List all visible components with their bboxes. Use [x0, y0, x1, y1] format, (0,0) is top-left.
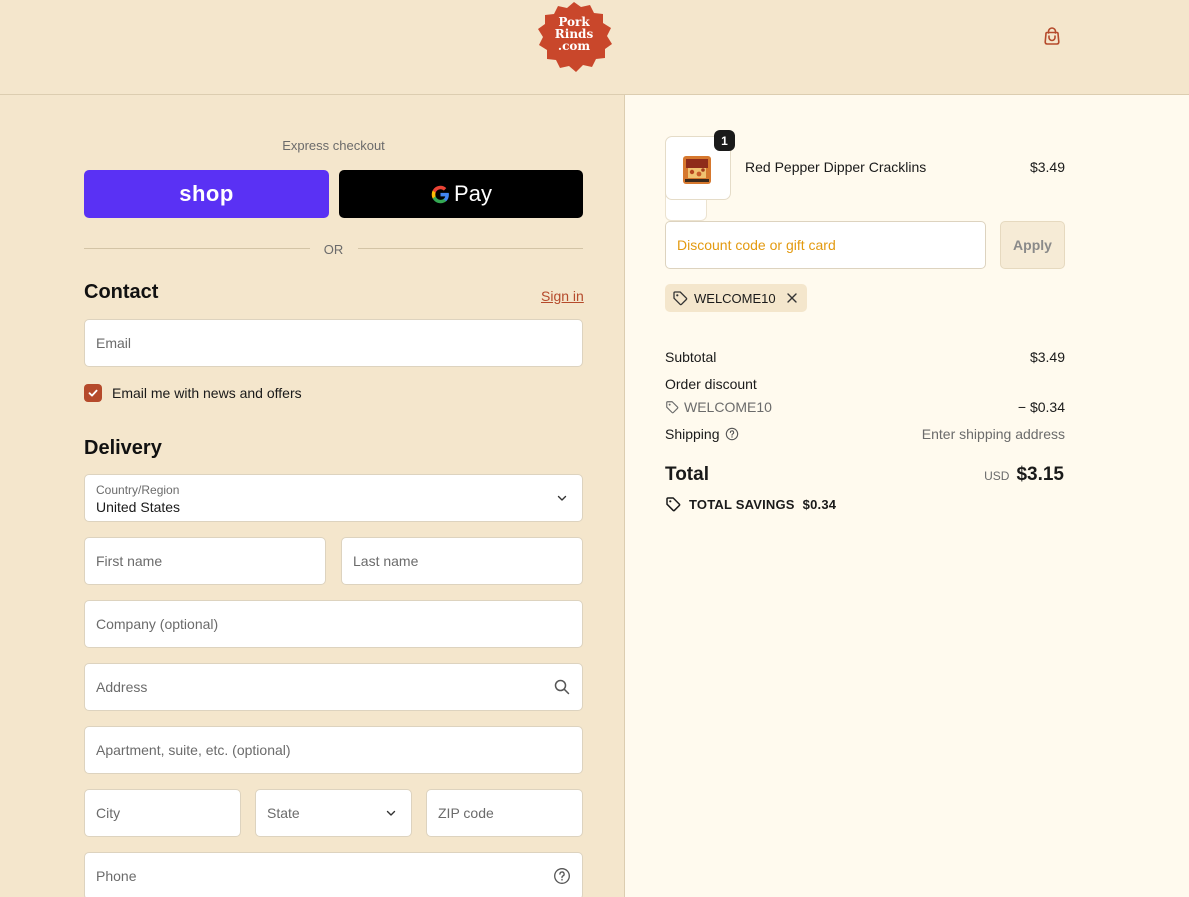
city-placeholder: City: [96, 805, 121, 821]
shipping-row: Shipping Enter shipping address: [665, 426, 1065, 442]
close-icon[interactable]: [785, 291, 799, 305]
discount-code-text: WELCOME10: [684, 399, 772, 415]
email-field[interactable]: Email: [84, 319, 583, 367]
help-circle-icon[interactable]: [553, 867, 571, 885]
order-discount-row: Order discount: [665, 376, 1065, 392]
apartment-field[interactable]: Apartment, suite, etc. (optional): [84, 726, 583, 774]
applied-discount-chip: WELCOME10: [665, 284, 807, 312]
state-select[interactable]: State: [255, 789, 412, 837]
product-price: $3.49: [1029, 159, 1065, 175]
or-text: OR: [323, 242, 344, 257]
checkout-form: Express checkout shop Pay OR Contact Sig…: [0, 95, 624, 897]
apartment-placeholder: Apartment, suite, etc. (optional): [96, 742, 291, 758]
chevron-down-icon: [557, 495, 567, 501]
header: Pork Rinds .com: [0, 0, 1189, 95]
address-placeholder: Address: [96, 679, 148, 695]
quantity-badge: 1: [714, 130, 735, 151]
divider-line-right: [358, 248, 583, 249]
google-g-icon: [431, 185, 449, 203]
logo-line-3: .com: [557, 39, 591, 53]
discount-detail-row: WELCOME10 − $0.34: [665, 399, 1065, 417]
savings-label: TOTAL SAVINGS: [689, 496, 795, 512]
or-divider: OR: [84, 240, 583, 258]
subtotal-label: Subtotal: [665, 349, 717, 365]
zip-placeholder: ZIP code: [438, 805, 494, 821]
phone-field[interactable]: Phone: [84, 852, 583, 897]
newsletter-label: Email me with news and offers: [112, 385, 302, 401]
subtotal-row: Subtotal $3.49: [665, 349, 1065, 365]
applied-code-text: WELCOME10: [694, 290, 776, 306]
newsletter-checkbox[interactable]: [84, 384, 102, 402]
shipping-label: Shipping: [665, 426, 720, 442]
order-summary: 1 Red Pepper Dipper Cracklins $3.49 Disc…: [624, 95, 1189, 897]
apply-button[interactable]: Apply: [1000, 221, 1065, 269]
discount-placeholder: Discount code or gift card: [677, 237, 836, 253]
country-select[interactable]: Country/Region United States: [84, 474, 583, 522]
tag-icon: [673, 291, 688, 306]
shop-pay-label: shop: [179, 181, 234, 206]
city-field[interactable]: City: [84, 789, 241, 837]
first-name-field[interactable]: First name: [84, 537, 326, 585]
product-name: Red Pepper Dipper Cracklins: [745, 159, 927, 175]
address-field[interactable]: Address: [84, 663, 583, 711]
last-name-field[interactable]: Last name: [341, 537, 583, 585]
tag-icon: [666, 401, 679, 414]
tag-icon: [666, 497, 681, 512]
pork-rinds-logo[interactable]: Pork Rinds .com: [533, 0, 615, 76]
logo-text: Pork Rinds .com: [533, 16, 615, 52]
shipping-label-group: Shipping: [665, 426, 739, 442]
country-value: United States: [96, 499, 181, 515]
contact-heading: Contact: [84, 281, 159, 303]
newsletter-option[interactable]: Email me with news and offers: [84, 383, 302, 403]
total-currency: USD: [984, 469, 1010, 483]
delivery-heading: Delivery: [84, 437, 162, 459]
shipping-value: Enter shipping address: [921, 426, 1065, 442]
sign-in-link[interactable]: Sign in: [541, 288, 584, 304]
total-savings: TOTAL SAVINGS $0.34: [665, 496, 836, 512]
express-checkout-label: Express checkout: [282, 138, 385, 153]
zip-field[interactable]: ZIP code: [426, 789, 583, 837]
last-name-placeholder: Last name: [353, 553, 419, 569]
savings-value: $0.34: [802, 496, 837, 512]
email-placeholder: Email: [96, 335, 132, 351]
company-placeholder: Company (optional): [96, 616, 219, 632]
checkmark-icon: [88, 389, 98, 397]
discount-code-label: WELCOME10: [665, 399, 772, 415]
phone-placeholder: Phone: [96, 868, 137, 884]
subtotal-value: $3.49: [1029, 349, 1065, 365]
total-value: $3.15: [1016, 464, 1064, 485]
shop-pay-button[interactable]: shop: [84, 170, 329, 218]
help-circle-icon[interactable]: [725, 427, 739, 441]
google-pay-label: Pay: [454, 181, 492, 206]
company-field[interactable]: Company (optional): [84, 600, 583, 648]
discount-code-input[interactable]: Discount code or gift card: [665, 221, 986, 269]
order-discount-label: Order discount: [665, 376, 757, 392]
country-label: Country/Region: [96, 483, 180, 497]
first-name-placeholder: First name: [96, 553, 163, 569]
total-amount: USD $3.15: [984, 464, 1064, 486]
total-label: Total: [665, 464, 709, 485]
chevron-down-icon: [386, 810, 396, 816]
discount-value: − $0.34: [1017, 399, 1065, 415]
shopping-bag-icon[interactable]: [1040, 24, 1064, 48]
search-icon[interactable]: [553, 678, 571, 696]
state-placeholder: State: [267, 805, 300, 821]
google-pay-button[interactable]: Pay: [339, 170, 583, 218]
